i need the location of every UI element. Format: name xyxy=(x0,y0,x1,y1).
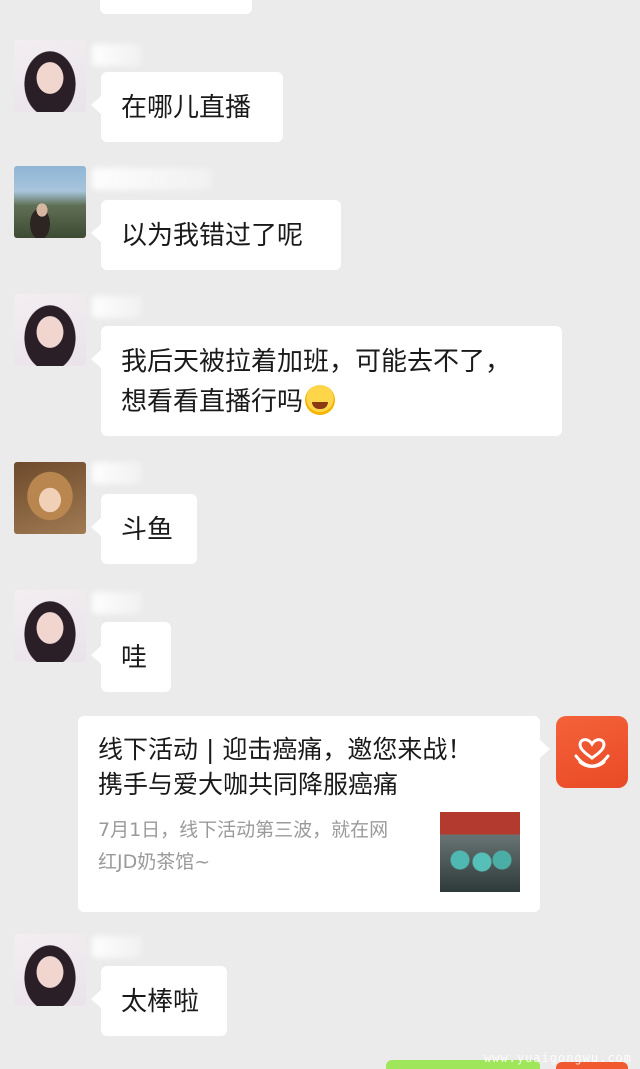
avatar[interactable] xyxy=(14,462,86,534)
app-logo-avatar[interactable] xyxy=(556,716,628,788)
heart-hands-icon xyxy=(574,738,610,768)
avatar[interactable] xyxy=(14,166,86,238)
tears-of-joy-emoji xyxy=(305,385,336,415)
message-text: 太棒啦 xyxy=(121,987,200,1017)
avatar[interactable] xyxy=(14,294,86,366)
message-bubble[interactable]: 斗鱼 xyxy=(91,494,197,564)
avatar[interactable] xyxy=(14,934,86,1006)
sender-name-blurred xyxy=(92,44,142,66)
message-text-line: 我后天被拉着加班，可能去不了， xyxy=(121,347,512,377)
message-bubble[interactable]: 太棒啦 xyxy=(91,966,227,1036)
message-text: 哇 xyxy=(121,643,148,673)
shared-article-card[interactable]: 线下活动 | 迎击癌痛，邀您来战！ 携手与爱大咖共同降服癌痛 7月1日，线下活动… xyxy=(78,716,550,912)
card-thumbnail xyxy=(440,812,520,892)
message-text: 斗鱼 xyxy=(121,515,174,545)
message-bubble[interactable]: 哇 xyxy=(91,622,171,692)
message-bubble[interactable]: 在哪儿直播 xyxy=(91,72,283,142)
sender-name-blurred xyxy=(92,296,142,318)
chat-window: 在哪儿直播 以为我错过了呢 我后天被拉着加班，可能去不了， 想看看直播行吗 斗鱼… xyxy=(0,0,640,1069)
card-title-line: 携手与爱大咖共同降服癌痛 xyxy=(98,770,399,799)
message-text-line: 想看看直播行吗 xyxy=(121,382,542,422)
avatar[interactable] xyxy=(14,40,86,112)
message-bubble[interactable]: 我后天被拉着加班，可能去不了， 想看看直播行吗 xyxy=(91,326,562,436)
sender-name-blurred xyxy=(92,936,142,958)
message-bubble[interactable]: 以为我错过了呢 xyxy=(91,200,341,270)
sender-name-blurred xyxy=(92,592,142,614)
message-text: 在哪儿直播 xyxy=(121,93,252,123)
sender-name-blurred xyxy=(92,168,212,190)
card-description: 7月1日，线下活动第三波，就在网 红JD奶茶馆~ xyxy=(98,819,389,873)
card-title-line: 线下活动 | 迎击癌痛，邀您来战！ xyxy=(98,735,473,764)
avatar[interactable] xyxy=(14,590,86,662)
previous-message-bubble[interactable] xyxy=(100,0,252,14)
watermark: www.yuaigongwu.com xyxy=(483,1051,632,1065)
message-text: 以为我错过了呢 xyxy=(121,221,304,251)
sender-name-blurred xyxy=(92,462,142,484)
